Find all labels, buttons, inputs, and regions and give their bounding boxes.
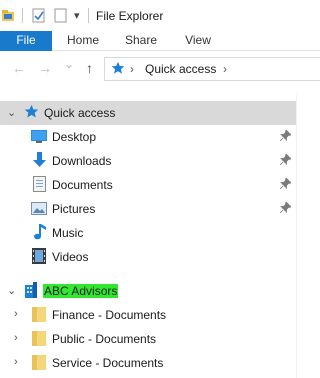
nav-item-quick-access[interactable]: ⌄ Quick access: [0, 101, 296, 125]
collapse-chevron-icon[interactable]: ⌄: [7, 106, 16, 119]
quick-access-star-icon: [24, 104, 39, 122]
nav-item-label: Service - Documents: [52, 356, 164, 370]
pin-icon[interactable]: [279, 201, 292, 216]
navigation-pane: ⌄ Quick access Desktop Downloads Documen…: [0, 95, 320, 378]
nav-item-label: Music: [52, 226, 84, 240]
downloads-icon: [32, 152, 47, 172]
nav-item-label: Pictures: [52, 202, 96, 216]
pin-icon[interactable]: [279, 129, 292, 144]
forward-button[interactable]: →: [38, 61, 52, 75]
folder-icon: [32, 331, 46, 349]
nav-item-downloads[interactable]: Downloads: [0, 149, 296, 173]
nav-item-label: Public - Documents: [52, 332, 157, 346]
nav-item-public-documents[interactable]: › Public - Documents: [0, 327, 296, 351]
nav-item-desktop[interactable]: Desktop: [0, 125, 296, 149]
up-button[interactable]: ↑: [86, 61, 93, 75]
nav-item-label: Documents: [52, 178, 113, 192]
window-title: File Explorer: [96, 9, 164, 23]
pictures-icon: [31, 202, 47, 218]
collapse-chevron-icon[interactable]: ⌄: [7, 284, 16, 297]
nav-item-abc-advisors[interactable]: ⌄ ABC Advisors: [0, 279, 296, 303]
breadcrumb-quick-access[interactable]: Quick access: [145, 62, 216, 76]
tab-home[interactable]: Home: [60, 31, 106, 51]
breadcrumb-separator[interactable]: ›: [130, 62, 134, 76]
file-explorer-app-icon[interactable]: [2, 8, 14, 25]
address-toolbar: ← → ⌄ ↑ › Quick access ›: [0, 51, 320, 87]
pin-icon[interactable]: [279, 153, 292, 168]
expand-chevron-icon[interactable]: ›: [14, 332, 18, 344]
back-button[interactable]: ←: [12, 61, 26, 75]
videos-icon: [32, 248, 46, 267]
customize-qat-dropdown-icon[interactable]: ▾: [74, 9, 80, 22]
nav-item-label: ABC Advisors: [43, 284, 119, 298]
documents-icon: [33, 176, 46, 195]
toolbar-separator: [88, 8, 89, 23]
expand-chevron-icon[interactable]: ›: [14, 356, 18, 368]
properties-icon[interactable]: [32, 8, 46, 26]
nav-item-label: Desktop: [52, 130, 97, 144]
nav-item-documents[interactable]: Documents: [0, 173, 296, 197]
nav-item-label: Videos: [52, 250, 89, 264]
quick-access-star-icon: [111, 61, 125, 78]
nav-item-service-documents[interactable]: › Service - Documents: [0, 351, 296, 375]
breadcrumb-chevron[interactable]: ›: [223, 62, 227, 76]
nav-item-label: Quick access: [44, 106, 116, 120]
folder-icon: [32, 307, 46, 325]
nav-item-music[interactable]: Music: [0, 221, 296, 245]
nav-item-label: Downloads: [52, 154, 112, 168]
nav-item-pictures[interactable]: Pictures: [0, 197, 296, 221]
tab-file[interactable]: File: [0, 31, 52, 51]
organization-building-icon: [25, 282, 37, 301]
folder-icon: [32, 355, 46, 373]
new-folder-icon[interactable]: [54, 8, 68, 26]
nav-item-label: Finance - Documents: [52, 308, 167, 322]
toolbar-separator: [22, 8, 23, 23]
expand-chevron-icon[interactable]: ›: [14, 308, 18, 320]
tab-share[interactable]: Share: [116, 31, 166, 51]
nav-item-finance-documents[interactable]: › Finance - Documents: [0, 303, 296, 327]
ribbon-tabs: File Home Share View: [0, 31, 320, 51]
pane-splitter[interactable]: [296, 95, 297, 378]
address-bar[interactable]: › Quick access ›: [104, 57, 320, 81]
title-bar: ▾ File Explorer: [0, 0, 320, 31]
recent-locations-button[interactable]: ⌄: [64, 57, 74, 71]
tab-view[interactable]: View: [174, 31, 222, 51]
pin-icon[interactable]: [279, 177, 292, 192]
desktop-icon: [31, 130, 47, 146]
nav-item-videos[interactable]: Videos: [0, 245, 296, 269]
music-icon: [33, 224, 47, 243]
